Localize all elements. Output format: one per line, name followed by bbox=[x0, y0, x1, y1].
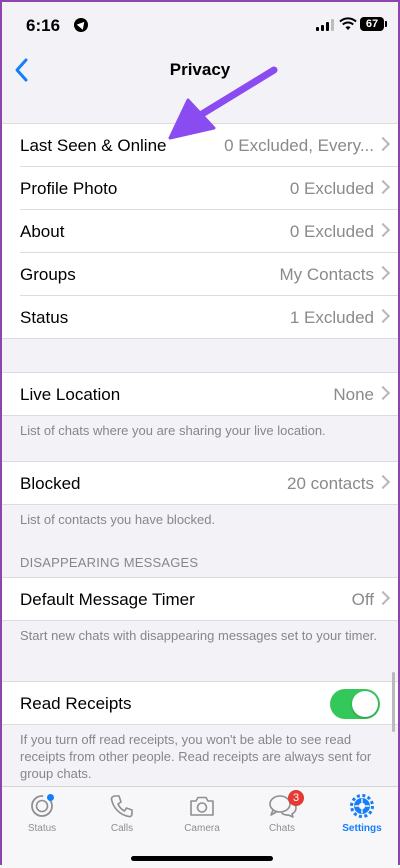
camera-icon bbox=[190, 796, 214, 816]
settings-gear-icon bbox=[350, 794, 374, 818]
tab-label: Camera bbox=[184, 823, 220, 834]
read-receipts-toggle[interactable] bbox=[330, 689, 380, 719]
chevron-right-icon bbox=[375, 590, 391, 606]
chevron-right-icon bbox=[375, 265, 391, 281]
location-services-icon bbox=[74, 18, 88, 32]
tab-settings[interactable]: Settings bbox=[322, 787, 400, 839]
chevron-right-icon bbox=[375, 222, 391, 238]
row-value: None bbox=[333, 385, 374, 404]
row-label: Profile Photo bbox=[20, 179, 118, 198]
row-label: About bbox=[20, 222, 65, 241]
disappearing-footnote: Start new chats with disappearing messag… bbox=[20, 628, 377, 643]
row-label: Last Seen & Online bbox=[20, 136, 167, 155]
home-indicator[interactable] bbox=[131, 856, 273, 861]
status-time: 6:16 bbox=[26, 16, 61, 35]
privacy-visibility-group: Last Seen & Online 0 Excluded, Every... … bbox=[2, 123, 398, 339]
status-icon bbox=[31, 794, 54, 817]
read-receipts-group: Read Receipts bbox=[2, 681, 398, 725]
row-value: 0 Excluded bbox=[289, 222, 374, 241]
chevron-right-icon bbox=[375, 179, 391, 195]
phone-icon bbox=[110, 795, 133, 818]
row-blocked[interactable]: Blocked 20 contacts bbox=[20, 462, 398, 504]
row-live-location[interactable]: Live Location None bbox=[20, 373, 398, 415]
row-about[interactable]: About 0 Excluded bbox=[20, 210, 398, 253]
row-default-message-timer[interactable]: Default Message Timer Off bbox=[20, 578, 398, 620]
live-location-footnote: List of chats where you are sharing your… bbox=[20, 423, 326, 438]
tab-label: Calls bbox=[110, 823, 134, 834]
tab-label: Chats bbox=[268, 823, 296, 834]
annotation-arrow-icon bbox=[168, 66, 278, 140]
status-bar: 6:16 67 bbox=[2, 2, 398, 48]
row-value: 0 Excluded bbox=[289, 179, 374, 198]
chevron-right-icon bbox=[375, 308, 391, 324]
live-location-group: Live Location None bbox=[2, 372, 398, 416]
scrollbar[interactable] bbox=[392, 672, 395, 732]
blocked-footnote: List of contacts you have blocked. bbox=[20, 512, 216, 527]
row-value: Off bbox=[351, 590, 374, 609]
tab-chats[interactable]: 3 Chats bbox=[242, 787, 322, 839]
tab-calls[interactable]: Calls bbox=[82, 787, 162, 839]
row-label: Live Location bbox=[20, 385, 121, 404]
blocked-group: Blocked 20 contacts bbox=[2, 461, 398, 505]
chevron-right-icon bbox=[375, 136, 391, 152]
read-receipts-footnote: If you turn off read receipts, you won't… bbox=[20, 732, 372, 781]
wifi-icon bbox=[339, 17, 357, 30]
cellular-signal-icon bbox=[316, 19, 334, 31]
row-label: Groups bbox=[20, 265, 76, 284]
tab-status[interactable]: Status bbox=[2, 787, 82, 839]
disappearing-messages-group: Default Message Timer Off bbox=[2, 577, 398, 621]
row-label: Default Message Timer bbox=[20, 590, 195, 609]
tab-label: Status bbox=[27, 823, 57, 834]
row-value: 20 contacts bbox=[287, 474, 374, 493]
row-label: Blocked bbox=[20, 474, 81, 493]
row-label: Status bbox=[20, 308, 69, 327]
row-profile-photo[interactable]: Profile Photo 0 Excluded bbox=[20, 167, 398, 210]
chats-unread-badge: 3 bbox=[288, 790, 304, 806]
row-read-receipts: Read Receipts bbox=[20, 682, 398, 724]
row-value: 1 Excluded bbox=[289, 308, 374, 327]
disappearing-messages-header: DISAPPEARING MESSAGES bbox=[20, 555, 199, 570]
row-status[interactable]: Status 1 Excluded bbox=[20, 296, 398, 338]
chevron-right-icon bbox=[375, 474, 391, 490]
row-groups[interactable]: Groups My Contacts bbox=[20, 253, 398, 296]
tab-label: Settings bbox=[342, 823, 382, 834]
chevron-right-icon bbox=[375, 385, 391, 401]
tab-bar: Status Calls Camera 3 Chats Settings bbox=[2, 786, 398, 868]
tab-camera[interactable]: Camera bbox=[162, 787, 242, 839]
row-label: Read Receipts bbox=[20, 694, 132, 713]
battery-indicator: 67 bbox=[360, 17, 387, 31]
row-value: My Contacts bbox=[279, 265, 374, 284]
